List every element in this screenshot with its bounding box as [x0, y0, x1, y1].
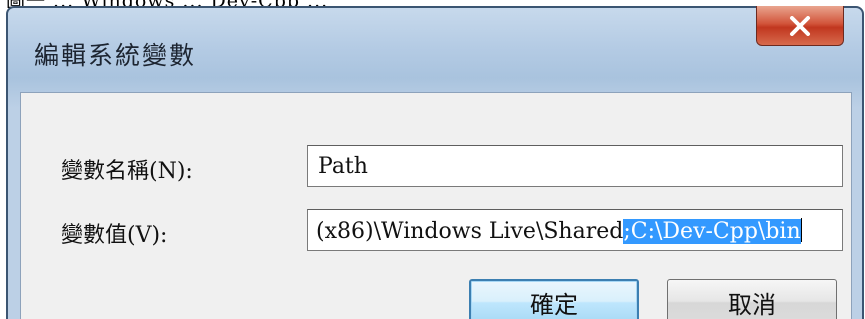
close-icon: [790, 15, 810, 36]
edit-system-variable-dialog: 編輯系統變數 變數名稱(N): Path 變數值(V): (x86)\Windo…: [6, 6, 864, 319]
dialog-title: 編輯系統變數: [34, 41, 197, 70]
variable-value-text: (x86)\Windows Live\Shared: [316, 219, 624, 244]
screenshot: 圖一 ... Windows ... Dev-Cpp ... 編輯系統變數 變數…: [0, 0, 865, 319]
variable-name-label: 變數名稱(N):: [61, 159, 193, 184]
ok-button[interactable]: 確定: [469, 279, 639, 319]
variable-name-field[interactable]: Path: [307, 145, 843, 187]
selected-text: ;C:\Dev-Cpp\bin: [623, 219, 801, 244]
title-bar[interactable]: 編輯系統變數: [8, 6, 862, 92]
variable-value-field[interactable]: (x86)\Windows Live\Shared;C:\Dev-Cpp\bin: [307, 209, 843, 251]
cancel-button[interactable]: 取消: [667, 279, 837, 319]
close-button[interactable]: [756, 6, 844, 46]
variable-name-text: Path: [318, 154, 368, 179]
text-caret: [800, 218, 802, 242]
dialog-body: 變數名稱(N): Path 變數值(V): (x86)\Windows Live…: [20, 92, 852, 319]
variable-value-label: 變數值(V):: [61, 223, 168, 248]
